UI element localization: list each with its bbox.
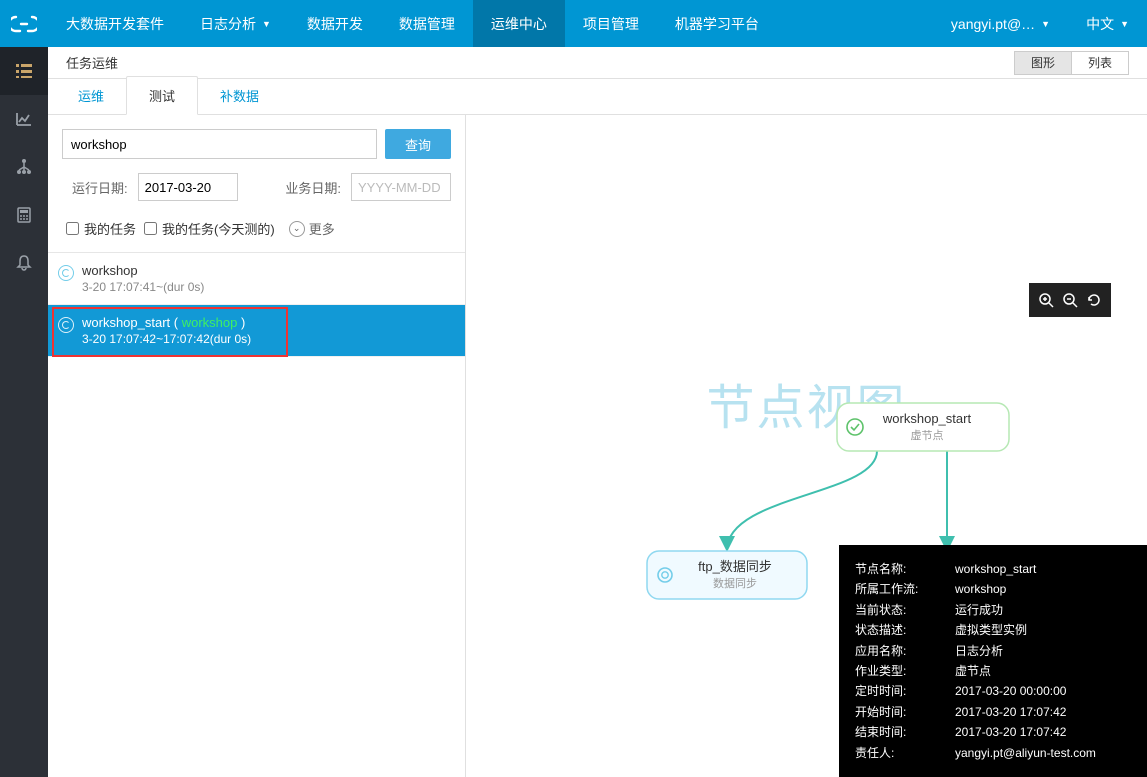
info-label: 状态描述: <box>855 620 955 640</box>
lang-label: 中文 <box>1086 14 1114 34</box>
info-value: 虚节点 <box>955 661 1131 681</box>
my-tasks-today-checkbox[interactable]: 我的任务(今天测的) <box>144 219 275 238</box>
sidebar-bell-icon[interactable] <box>0 239 48 287</box>
tabs-row: 运维 测试 补数据 <box>48 79 1147 115</box>
zoom-out-button[interactable] <box>1058 288 1082 312</box>
svg-text:ftp_数据同步: ftp_数据同步 <box>698 559 772 574</box>
tab-backfill[interactable]: 补数据 <box>198 77 281 114</box>
zoom-in-button[interactable] <box>1034 288 1058 312</box>
run-date-input[interactable] <box>138 173 238 201</box>
info-value: workshop_start <box>955 559 1131 579</box>
left-sidebar <box>0 47 48 777</box>
task-list: workshop 3-20 17:07:41~(dur 0s) workshop… <box>48 252 465 777</box>
view-graph-button[interactable]: 图形 <box>1014 51 1072 75</box>
task-subtitle: 3-20 17:07:42~17:07:42(dur 0s) <box>82 332 455 346</box>
search-input[interactable] <box>62 129 377 159</box>
project-dropdown[interactable]: 日志分析 ▼ <box>182 0 289 47</box>
lang-dropdown[interactable]: 中文 ▼ <box>1068 0 1147 47</box>
left-panel: 查询 运行日期: 业务日期: 我的任务 我的任务(今天测 <box>48 115 466 777</box>
nav-data-mgmt[interactable]: 数据管理 <box>381 0 473 47</box>
my-tasks-checkbox[interactable]: 我的任务 <box>66 219 136 238</box>
refresh-button[interactable] <box>1082 288 1106 312</box>
info-value: 2017-03-20 00:00:00 <box>955 681 1131 701</box>
sidebar-calc-icon[interactable] <box>0 191 48 239</box>
caret-down-icon: ▼ <box>1120 19 1129 29</box>
sidebar-list-icon[interactable] <box>0 47 48 95</box>
logo-icon <box>11 15 37 33</box>
info-value: 2017-03-20 17:07:42 <box>955 702 1131 722</box>
graph-node-left[interactable]: ftp_数据同步 数据同步 <box>647 551 807 599</box>
info-label: 结束时间: <box>855 722 955 742</box>
info-label: 所属工作流: <box>855 579 955 599</box>
my-tasks-label: 我的任务 <box>84 219 136 238</box>
user-label: yangyi.pt@… <box>951 16 1035 32</box>
sidebar-tree-icon[interactable] <box>0 143 48 191</box>
tab-test[interactable]: 测试 <box>126 76 198 115</box>
project-label: 日志分析 <box>200 14 256 34</box>
top-navbar: 大数据开发套件 日志分析 ▼ 数据开发 数据管理 运维中心 项目管理 机器学习平… <box>0 0 1147 47</box>
breadcrumb-bar: 任务运维 图形 列表 <box>48 47 1147 79</box>
info-label: 作业类型: <box>855 661 955 681</box>
node-info-panel: 节点名称:workshop_start 所属工作流:workshop 当前状态:… <box>839 545 1147 777</box>
status-running-icon <box>58 317 74 333</box>
svg-text:虚节点: 虚节点 <box>910 429 943 442</box>
content-area: 查询 运行日期: 业务日期: 我的任务 我的任务(今天测 <box>48 115 1147 777</box>
info-label: 当前状态: <box>855 600 955 620</box>
caret-down-icon: ▼ <box>1041 19 1050 29</box>
biz-date-input[interactable] <box>351 173 451 201</box>
tab-ops[interactable]: 运维 <box>56 77 126 114</box>
checkbox-icon[interactable] <box>144 222 157 235</box>
logo[interactable] <box>0 0 48 47</box>
chevron-down-icon: ⌄ <box>289 221 305 237</box>
my-tasks-today-label: 我的任务(今天测的) <box>162 219 275 238</box>
right-panel: 节点视图 <box>466 115 1147 777</box>
info-label: 应用名称: <box>855 641 955 661</box>
info-value: workshop <box>955 579 1131 599</box>
view-toggle: 图形 列表 <box>1014 51 1129 75</box>
info-label: 开始时间: <box>855 702 955 722</box>
info-value: 日志分析 <box>955 641 1131 661</box>
svg-text:workshop_start: workshop_start <box>881 411 971 426</box>
caret-down-icon: ▼ <box>262 19 271 29</box>
info-value: 2017-03-20 17:07:42 <box>955 722 1131 742</box>
page-title: 任务运维 <box>66 53 118 72</box>
more-label: 更多 <box>309 219 335 238</box>
task-subtitle: 3-20 17:07:41~(dur 0s) <box>82 280 455 294</box>
canvas-toolbar <box>1029 283 1111 317</box>
svg-text:数据同步: 数据同步 <box>713 576 757 590</box>
task-title: workshop_start ( workshop ) <box>82 315 455 330</box>
nav-ml-platform[interactable]: 机器学习平台 <box>657 0 777 47</box>
main-area: 任务运维 图形 列表 运维 测试 补数据 查询 运行日期: 业务日期: <box>48 47 1147 777</box>
info-value: 运行成功 <box>955 600 1131 620</box>
nav-ops-center[interactable]: 运维中心 <box>473 0 565 47</box>
task-title: workshop <box>82 263 455 278</box>
nav-data-dev[interactable]: 数据开发 <box>289 0 381 47</box>
info-label: 节点名称: <box>855 559 955 579</box>
sidebar-chart-icon[interactable] <box>0 95 48 143</box>
info-value: yangyi.pt@aliyun-test.com <box>955 743 1131 763</box>
search-button[interactable]: 查询 <box>385 129 451 159</box>
checkbox-icon[interactable] <box>66 222 79 235</box>
info-value: 虚拟类型实例 <box>955 620 1131 640</box>
product-name[interactable]: 大数据开发套件 <box>48 0 182 47</box>
info-label: 责任人: <box>855 743 955 763</box>
task-item[interactable]: workshop 3-20 17:07:41~(dur 0s) <box>48 253 465 305</box>
status-running-icon <box>58 265 74 281</box>
more-toggle[interactable]: ⌄ 更多 <box>289 219 335 238</box>
user-dropdown[interactable]: yangyi.pt@… ▼ <box>933 0 1068 47</box>
biz-date-label: 业务日期: <box>285 178 341 197</box>
info-label: 定时时间: <box>855 681 955 701</box>
graph-node-root[interactable]: workshop_start 虚节点 <box>837 403 1009 451</box>
task-item-selected[interactable]: workshop_start ( workshop ) 3-20 17:07:4… <box>48 305 465 357</box>
view-list-button[interactable]: 列表 <box>1071 51 1129 75</box>
run-date-label: 运行日期: <box>72 178 128 197</box>
nav-project-mgmt[interactable]: 项目管理 <box>565 0 657 47</box>
